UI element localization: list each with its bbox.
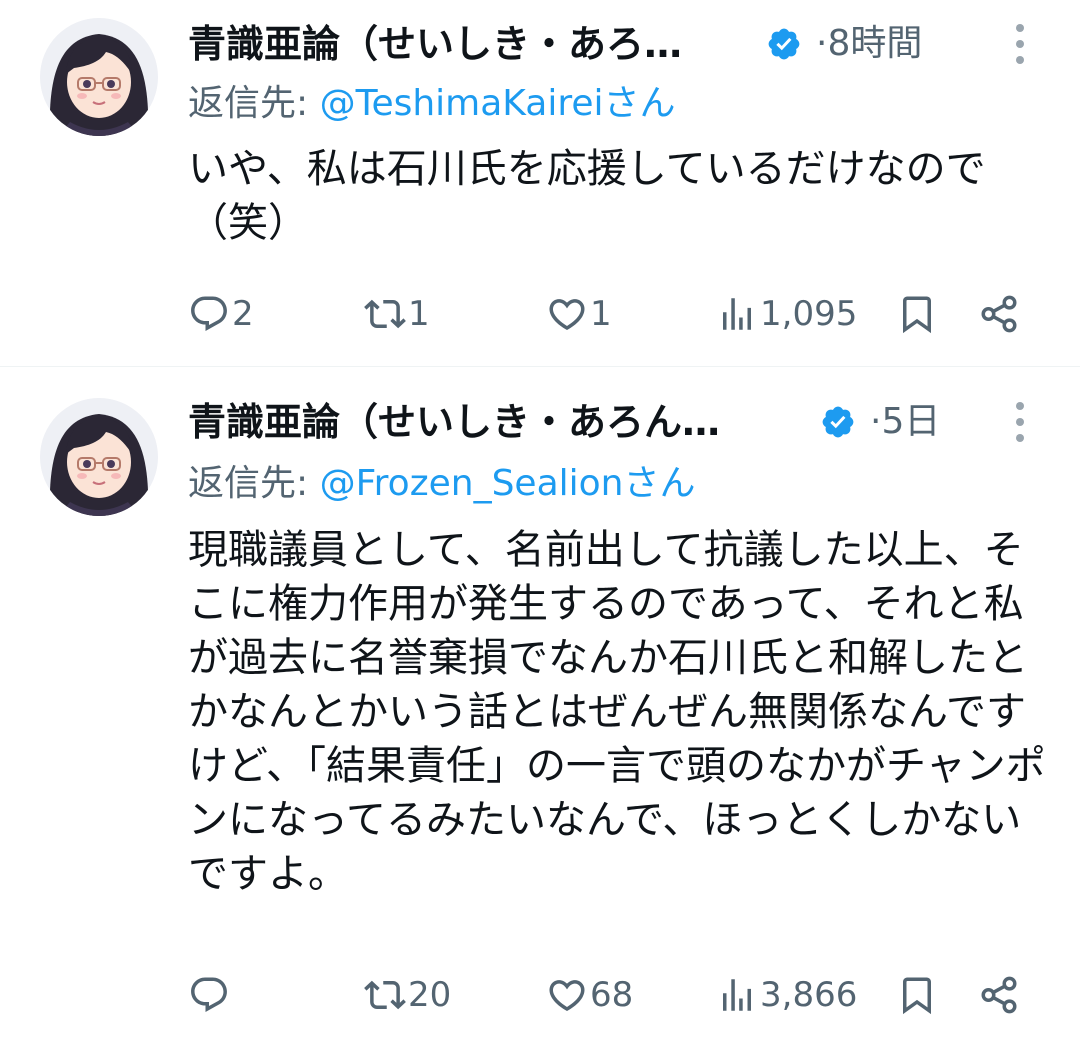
views-count: 1,095 <box>760 294 858 334</box>
reply-icon <box>191 977 227 1012</box>
bookmark-icon <box>903 977 931 1015</box>
retweet-count: 20 <box>408 975 452 1015</box>
like-count: 1 <box>590 294 612 334</box>
avatar-icon <box>40 398 158 516</box>
views-button[interactable]: 1,095 <box>716 286 857 342</box>
retweet-icon <box>364 980 406 1010</box>
tweet[interactable]: 青識亜論（せいしき・あろ… ·8時間 返信先: @TeshimaKaireiさん… <box>0 0 1080 366</box>
share-button[interactable] <box>978 967 1020 1023</box>
avatar[interactable] <box>40 18 158 136</box>
retweet-count: 1 <box>408 294 430 334</box>
views-count: 3,866 <box>760 975 858 1015</box>
views-button[interactable]: 3,866 <box>716 967 857 1023</box>
reply-to-prefix: 返信先: <box>188 83 320 124</box>
retweet-button[interactable]: 1 <box>364 286 430 342</box>
views-icon <box>723 298 751 330</box>
action-bar: 20 68 3,866 <box>188 967 1038 1023</box>
display-name[interactable]: 青識亜論（せいしき・あろ… <box>188 16 682 72</box>
bookmark-icon <box>903 296 931 334</box>
bookmark-button[interactable] <box>896 967 938 1023</box>
reply-button[interactable] <box>188 967 232 1023</box>
tweet-header: 青識亜論（せいしき・あろ… ·8時間 <box>188 16 1080 72</box>
like-icon <box>549 299 585 331</box>
more-options-icon[interactable] <box>1012 402 1028 442</box>
share-icon <box>981 295 1017 333</box>
bookmark-button[interactable] <box>896 286 938 342</box>
avatar-icon <box>40 18 158 136</box>
tweet-header: 青識亜論（せいしき・あろん… ·5日 <box>188 394 1080 450</box>
verified-badge-icon <box>822 406 854 438</box>
reply-icon <box>191 296 227 331</box>
like-count: 68 <box>590 975 634 1015</box>
tweet-time[interactable]: ·8時間 <box>816 16 922 72</box>
reply-to: 返信先: @TeshimaKaireiさん <box>188 76 676 132</box>
reply-to: 返信先: @Frozen_Sealionさん <box>188 456 695 512</box>
tweet-text: いや、私は石川氏を応援しているだけなので（笑） <box>188 146 986 246</box>
reply-count: 2 <box>232 294 254 334</box>
retweet-icon <box>364 299 406 329</box>
like-button[interactable]: 1 <box>546 286 612 342</box>
reply-button[interactable]: 2 <box>188 286 254 342</box>
like-icon <box>549 980 585 1012</box>
verified-badge-icon <box>768 28 800 60</box>
retweet-button[interactable]: 20 <box>364 967 451 1023</box>
tweet-time[interactable]: ·5日 <box>870 394 940 450</box>
reply-to-handle[interactable]: @TeshimaKaireiさん <box>320 83 676 124</box>
more-options-icon[interactable] <box>1012 24 1028 64</box>
display-name[interactable]: 青識亜論（せいしき・あろん… <box>188 394 720 450</box>
tweet-text: 現職議員として、名前出して抗議した以上、そこに権力作用が発生するのであって、それ… <box>188 527 1046 897</box>
tweet[interactable]: 青識亜論（せいしき・あろん… ·5日 返信先: @Frozen_Sealionさ… <box>0 367 1080 1044</box>
share-icon <box>981 976 1017 1014</box>
reply-to-prefix: 返信先: <box>188 463 320 504</box>
views-icon <box>723 979 751 1011</box>
share-button[interactable] <box>978 286 1020 342</box>
reply-to-handle[interactable]: @Frozen_Sealionさん <box>320 463 696 504</box>
like-button[interactable]: 68 <box>546 967 633 1023</box>
avatar[interactable] <box>40 398 158 516</box>
action-bar: 2 1 1 1,095 <box>188 286 1038 342</box>
